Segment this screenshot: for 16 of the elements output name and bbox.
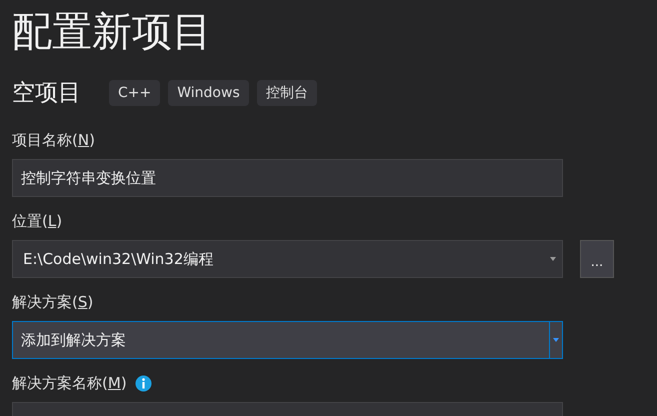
field-label: 项目名称(N) bbox=[12, 130, 95, 151]
solution-dropdown[interactable]: 添加到解决方案 bbox=[12, 321, 563, 359]
browse-button[interactable]: ... bbox=[580, 240, 614, 278]
field-label: 位置(L) bbox=[12, 210, 62, 232]
tag: 控制台 bbox=[256, 80, 317, 106]
tag: C++ bbox=[109, 80, 160, 106]
field-label: 解决方案名称(M) bbox=[12, 372, 127, 394]
page-title: 配置新项目 bbox=[12, 8, 213, 57]
text-field[interactable]: 控制字符串变换位置 bbox=[12, 159, 563, 197]
info-icon[interactable] bbox=[134, 374, 152, 392]
field-label: 解决方案(S) bbox=[12, 292, 94, 313]
location-dropdown[interactable]: E:\Code\win32\Win32编程 bbox=[12, 240, 563, 278]
template-name: 空项目 bbox=[12, 78, 81, 108]
tag: Windows bbox=[168, 80, 249, 106]
caret-icon bbox=[550, 257, 556, 261]
caret-icon bbox=[553, 338, 559, 342]
